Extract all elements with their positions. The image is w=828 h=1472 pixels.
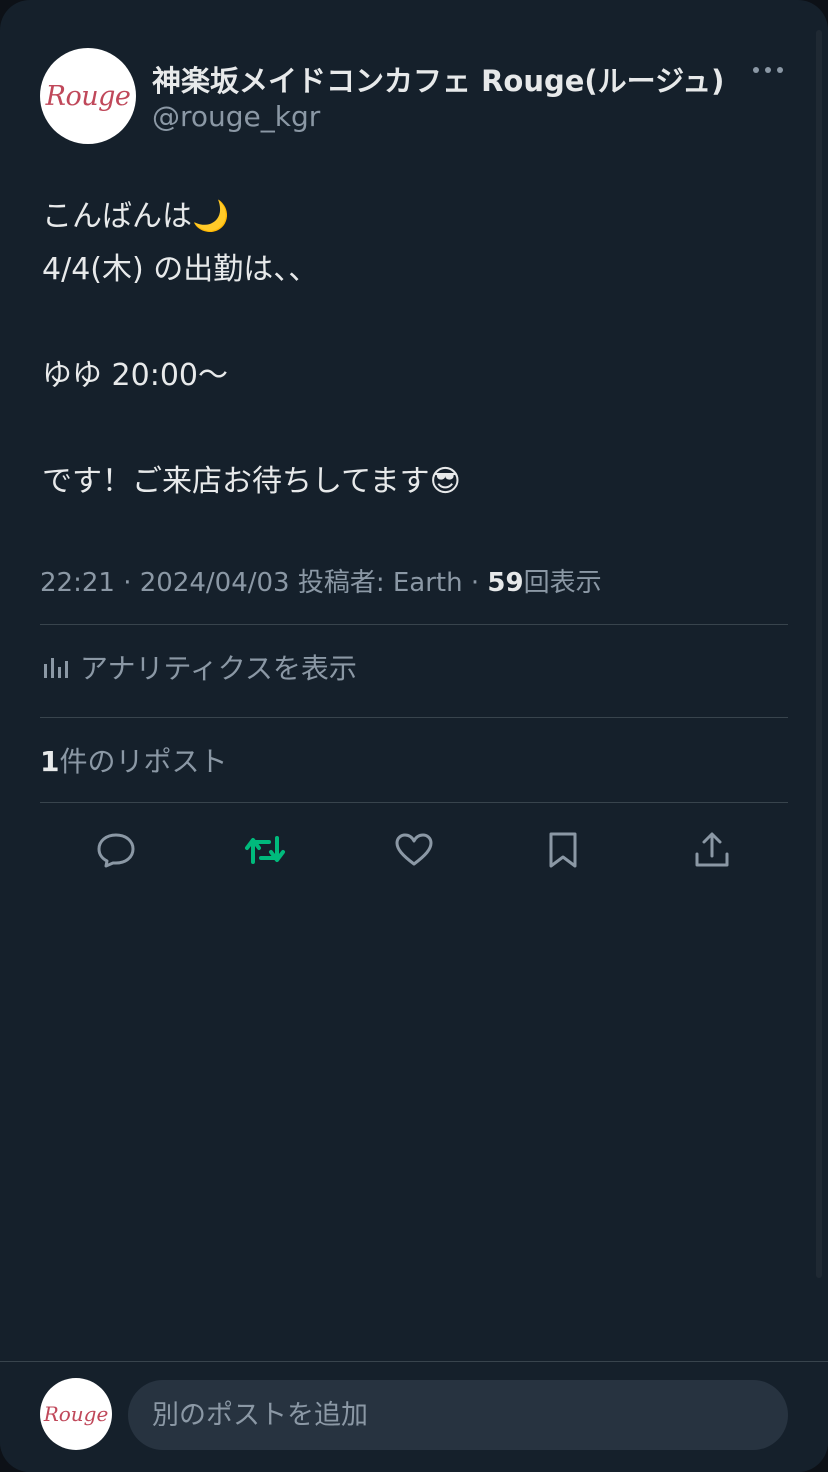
more-options-icon[interactable] — [748, 54, 788, 86]
meta-separator: · — [470, 568, 480, 598]
bookmark-button[interactable] — [539, 826, 587, 874]
post-date[interactable]: 2024/04/03 — [140, 568, 290, 598]
rouge-logo: Rouge — [45, 80, 131, 112]
my-avatar[interactable]: Rouge — [40, 1378, 112, 1450]
scrollbar[interactable] — [816, 30, 822, 1278]
post-text-line: 4/4(木) の出勤は、、 — [42, 252, 319, 287]
add-post-input[interactable] — [128, 1380, 788, 1450]
share-button[interactable] — [688, 826, 736, 874]
bar-chart-icon — [44, 658, 68, 678]
reposts-count: 1 — [40, 745, 60, 778]
divider — [40, 624, 788, 625]
post-actions-bar — [44, 826, 784, 874]
share-icon — [695, 832, 729, 867]
view-analytics-link[interactable]: アナリティクスを表示 — [40, 645, 357, 689]
reply-icon — [97, 833, 135, 868]
divider — [40, 802, 788, 803]
views-label: 回表示 — [523, 568, 602, 598]
author-handle[interactable]: @rouge_kgr — [152, 100, 320, 133]
repost-icon — [245, 836, 285, 864]
post-time[interactable]: 22:21 — [40, 568, 115, 598]
post-text: こんばんは🌙 4/4(木) の出勤は、、 ゆゆ 20:00～ です！ご来店お待ち… — [42, 190, 788, 508]
post-detail-screen: Rouge 神楽坂メイドコンカフェ Rouge(ルージュ) @rouge_kgr… — [0, 0, 828, 1472]
bookmark-icon — [549, 832, 577, 868]
post-text-line: です！ご来店お待ちしてます😎 — [42, 464, 461, 499]
views-count: 59 — [487, 568, 524, 598]
post-text-line: ゆゆ 20:00～ — [42, 358, 228, 393]
post-text-line — [42, 296, 788, 349]
reposts-label: 件のリポスト — [59, 745, 228, 778]
heart-icon — [395, 833, 433, 866]
meta-separator: · — [123, 568, 132, 598]
rouge-logo: Rouge — [43, 1402, 109, 1426]
reply-composer-bar: Rouge — [0, 1361, 828, 1472]
like-button[interactable] — [390, 826, 438, 874]
analytics-label: アナリティクスを表示 — [80, 652, 357, 685]
reply-button[interactable] — [92, 826, 140, 874]
author-avatar[interactable]: Rouge — [40, 48, 136, 144]
post-header: Rouge 神楽坂メイドコンカフェ Rouge(ルージュ) @rouge_kgr — [40, 48, 788, 148]
divider — [40, 717, 788, 718]
author-display-name[interactable]: 神楽坂メイドコンカフェ Rouge(ルージュ) — [152, 58, 724, 100]
post-text-line: こんばんは🌙 — [42, 199, 230, 234]
post-source: 投稿者: Earth — [297, 568, 463, 598]
post-meta: 22:21 · 2024/04/03 投稿者: Earth · 59回表示 — [40, 562, 602, 599]
reposts-count-link[interactable]: 1件のリポスト — [40, 740, 228, 780]
post-text-line — [42, 402, 788, 455]
repost-button[interactable] — [241, 826, 289, 874]
